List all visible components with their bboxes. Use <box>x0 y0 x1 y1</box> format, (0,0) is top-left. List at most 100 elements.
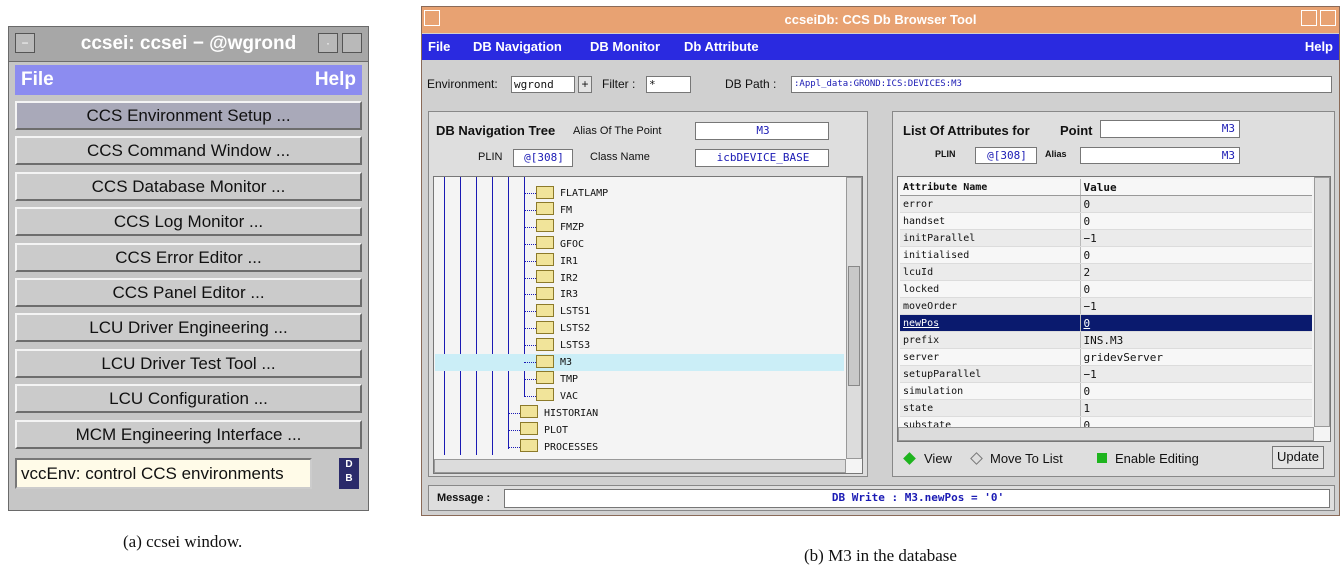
attribute-value-cell[interactable]: −1 <box>1079 365 1312 383</box>
tree-node[interactable]: HISTORIAN <box>520 405 598 422</box>
tree-vertical-scrollbar[interactable] <box>846 177 862 459</box>
ccsei-menu-item[interactable]: MCM Engineering Interface ... <box>15 419 362 449</box>
ccsei-menu-item[interactable]: LCU Configuration ... <box>15 384 362 414</box>
attribute-name-cell[interactable]: server <box>900 348 1080 366</box>
tree-horizontal-scrollbar[interactable] <box>434 459 846 473</box>
file-menu[interactable]: File <box>21 65 54 95</box>
view-label[interactable]: View <box>924 451 952 466</box>
environment-add-button[interactable]: + <box>578 76 592 93</box>
enable-editing-checkbox-icon[interactable] <box>1097 453 1107 463</box>
attribute-value-cell[interactable]: 0 <box>1079 246 1312 264</box>
attribute-name-cell[interactable]: simulation <box>900 382 1080 400</box>
attribute-value-cell[interactable]: 0 <box>1079 382 1312 400</box>
environment-field[interactable]: wgrond <box>511 76 575 93</box>
tree-node[interactable]: GFOC <box>536 236 584 253</box>
attribute-value-cell[interactable]: 0 <box>1079 212 1312 230</box>
help-menu[interactable]: Help <box>1305 34 1333 60</box>
attribute-name-cell[interactable]: error <box>900 195 1080 213</box>
tree-node[interactable]: PLOT <box>520 422 568 439</box>
table-row[interactable]: newPos 0 <box>900 314 1312 332</box>
table-row[interactable]: moveOrder −1 <box>900 297 1312 315</box>
tree-node[interactable]: IR1 <box>536 253 578 270</box>
tree-node[interactable]: VAC <box>536 388 578 405</box>
ccsei-menu-item[interactable]: CCS Database Monitor ... <box>15 171 362 201</box>
tree-node[interactable]: IR3 <box>536 286 578 303</box>
attribute-value-cell[interactable]: 0 <box>1079 280 1312 298</box>
column-header-attribute-name[interactable]: Attribute Name <box>900 179 1080 196</box>
ccseidb-titlebar[interactable]: ccseiDb: CCS Db Browser Tool <box>422 7 1339 33</box>
tree-node[interactable]: PROCESSES <box>520 439 598 456</box>
column-header-value[interactable]: Value <box>1079 179 1312 196</box>
tree-node[interactable]: LSTS2 <box>536 320 590 337</box>
attribute-value-cell[interactable]: 2 <box>1079 263 1312 281</box>
window-menu-button[interactable]: − <box>15 33 35 53</box>
attribute-value-cell[interactable]: 1 <box>1079 399 1312 417</box>
update-button[interactable]: Update <box>1272 446 1324 469</box>
tree-node[interactable]: IR2 <box>536 270 578 287</box>
maximize-button[interactable] <box>342 33 362 53</box>
table-row[interactable]: locked 0 <box>900 280 1312 298</box>
attribute-name-cell[interactable]: initialised <box>900 246 1080 264</box>
minimize-button[interactable]: · <box>318 33 338 53</box>
db-path-field[interactable]: :Appl_data:GROND:ICS:DEVICES:M3 <box>791 76 1332 93</box>
attribute-name-cell[interactable]: initParallel <box>900 229 1080 247</box>
ccsei-menu-item[interactable]: LCU Driver Test Tool ... <box>15 348 362 378</box>
db-attribute-menu[interactable]: Db Attribute <box>684 34 759 60</box>
tree-node[interactable]: LSTS1 <box>536 303 590 320</box>
table-row[interactable]: state 1 <box>900 399 1312 417</box>
tree-node[interactable]: TMP <box>536 371 578 388</box>
attribute-name-cell[interactable]: locked <box>900 280 1080 298</box>
tree-node[interactable]: FLATLAMP <box>536 185 608 202</box>
table-row[interactable]: prefix INS.M3 <box>900 331 1312 349</box>
tree-node[interactable]: FM <box>536 202 572 219</box>
table-row[interactable]: server gridevServer <box>900 348 1312 366</box>
ccsei-menu-item[interactable]: CCS Log Monitor ... <box>15 207 362 237</box>
ccsei-titlebar[interactable]: − ccsei: ccsei − @wgrond · <box>9 27 368 62</box>
help-menu[interactable]: Help <box>315 65 356 95</box>
maximize-button[interactable] <box>1320 10 1336 26</box>
ccsei-menu-item[interactable]: CCS Command Window ... <box>15 136 362 166</box>
ccsei-menu-item[interactable]: LCU Driver Engineering ... <box>15 313 362 343</box>
attributes-horizontal-scrollbar[interactable] <box>898 427 1314 441</box>
attribute-value-cell[interactable]: INS.M3 <box>1079 331 1312 349</box>
db-navigation-menu[interactable]: DB Navigation <box>473 34 562 60</box>
move-to-list-label[interactable]: Move To List <box>990 451 1063 466</box>
attribute-value-cell[interactable]: −1 <box>1079 229 1312 247</box>
table-row[interactable]: initialised 0 <box>900 246 1312 264</box>
attribute-name-cell[interactable]: handset <box>900 212 1080 230</box>
tree-scroll-thumb[interactable] <box>848 266 860 386</box>
attribute-value-cell[interactable]: −1 <box>1079 297 1312 315</box>
file-menu[interactable]: File <box>428 34 450 60</box>
attributes-vertical-scrollbar[interactable] <box>1314 177 1330 427</box>
table-row[interactable]: handset 0 <box>900 212 1312 230</box>
table-row[interactable]: error 0 <box>900 195 1312 213</box>
attribute-name-cell[interactable]: lcuId <box>900 263 1080 281</box>
attribute-name-cell[interactable]: setupParallel <box>900 365 1080 383</box>
ccsei-menu-item[interactable]: CCS Environment Setup ... <box>15 101 362 130</box>
attribute-name-cell[interactable]: prefix <box>900 331 1080 349</box>
db-monitor-menu[interactable]: DB Monitor <box>590 34 660 60</box>
attribute-name-cell[interactable]: state <box>900 399 1080 417</box>
attribute-value-cell[interactable]: 0 <box>1079 314 1312 332</box>
table-row[interactable]: simulation 0 <box>900 382 1312 400</box>
attribute-name-cell[interactable]: newPos <box>900 314 1080 332</box>
tree-node[interactable]: M3 <box>536 354 572 371</box>
table-row[interactable]: lcuId 2 <box>900 263 1312 281</box>
filter-field[interactable]: * <box>646 76 691 93</box>
move-to-list-radio-icon[interactable] <box>970 452 983 465</box>
view-radio-icon[interactable] <box>903 452 916 465</box>
attribute-value-cell[interactable]: gridevServer <box>1079 348 1312 366</box>
tree-node[interactable]: FMZP <box>536 219 584 236</box>
attributes-table[interactable]: Attribute Name Value error 0 handset 0 initPar… <box>900 179 1312 434</box>
ccsei-menu-item[interactable]: CCS Error Editor ... <box>15 242 362 272</box>
window-menu-button[interactable] <box>424 10 440 26</box>
tree-node[interactable]: LSTS3 <box>536 337 590 354</box>
minimize-button[interactable] <box>1301 10 1317 26</box>
enable-editing-label[interactable]: Enable Editing <box>1115 451 1199 466</box>
navigation-tree[interactable]: FLATLAMP FM FMZP GFOC IR1 IR2 IR3 LSTS1 LSTS2 LST… <box>433 176 863 474</box>
attribute-name-cell[interactable]: moveOrder <box>900 297 1080 315</box>
table-row[interactable]: initParallel −1 <box>900 229 1312 247</box>
ccsei-menu-item[interactable]: CCS Panel Editor ... <box>15 278 362 307</box>
attribute-value-cell[interactable]: 0 <box>1079 195 1312 213</box>
table-row[interactable]: setupParallel −1 <box>900 365 1312 383</box>
